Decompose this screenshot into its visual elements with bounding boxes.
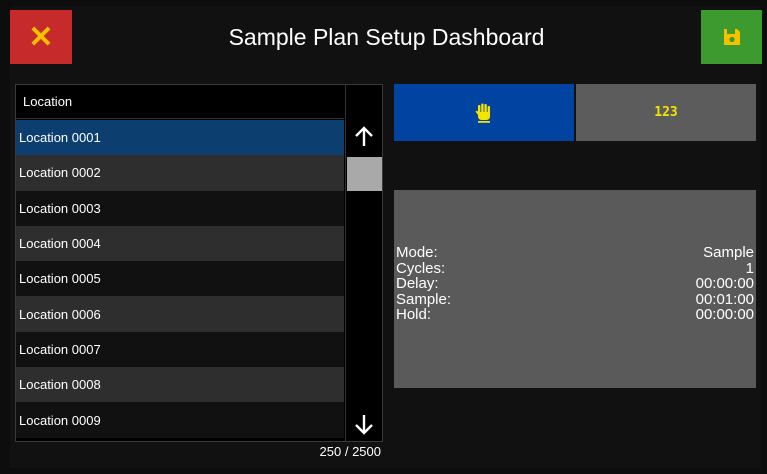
info-value: Sample (703, 244, 754, 261)
header-cap (345, 85, 382, 119)
list-item[interactable]: Location 0007 (16, 331, 344, 368)
list-item-label: Location 0007 (19, 341, 101, 357)
save-button[interactable] (701, 10, 762, 64)
page-title: Sample Plan Setup Dashboard (228, 23, 545, 50)
column-header-location: Location (16, 85, 344, 119)
close-icon: ✕ (28, 20, 54, 54)
list-item[interactable]: Location 0009 (16, 402, 344, 438)
info-row: Sample: 00:01:00 (396, 290, 754, 308)
info-label: Cycles: (396, 259, 446, 277)
list-item[interactable]: Location 0005 (16, 261, 344, 297)
counter-mode-label: 123 (654, 105, 678, 120)
info-label: Delay: (396, 275, 439, 292)
scroll-down-button[interactable] (346, 407, 382, 441)
info-label: Hold: (396, 306, 432, 323)
info-value: 00:00:00 (695, 275, 754, 292)
location-rows: Location 0001 Location 0002 Location 0003 L… (16, 120, 344, 438)
list-item[interactable]: Location 0008 (16, 367, 344, 403)
list-item-label: Location 0002 (19, 165, 101, 181)
list-item-label: Location 0005 (19, 271, 101, 287)
floppy-disk-icon (723, 29, 740, 45)
info-row: Cycles: 1 (396, 259, 754, 277)
info-value: 00:01:00 (695, 290, 754, 308)
location-list: Location Location 0001 Location 0002 Locat… (15, 84, 383, 442)
close-button[interactable]: ✕ (10, 10, 72, 64)
scroll-thumb[interactable] (347, 157, 382, 191)
info-row: Hold: 00:00:00 (396, 307, 754, 323)
scroll-up-button[interactable] (346, 120, 382, 154)
list-item-label: Location 0003 (19, 200, 101, 216)
info-row: Delay: 00:00:00 (396, 276, 754, 292)
arrow-up-icon (355, 126, 373, 146)
list-counter: 250 / 2500 (319, 444, 381, 459)
list-item-label: Location 0008 (19, 377, 101, 393)
manual-mode-button[interactable] (394, 84, 574, 141)
list-item-label: Location 0009 (19, 412, 101, 428)
info-value: 1 (745, 259, 754, 277)
list-item[interactable]: Location 0004 (16, 225, 344, 262)
info-row: Mode: Sample (396, 245, 754, 261)
counter-mode-button[interactable]: 123 (576, 84, 756, 141)
info-value: 00:00:00 (695, 306, 754, 323)
list-item[interactable]: Location 0001 (16, 120, 344, 156)
info-panel: Mode: Sample Cycles: 1 Delay: 00:00:00 Sample:… (394, 190, 756, 388)
list-item[interactable]: Location 0002 (16, 155, 344, 191)
scrollbar[interactable] (345, 120, 382, 441)
list-item[interactable]: Location 0006 (16, 296, 344, 332)
list-item-label: Location 0006 (19, 306, 101, 322)
list-item-label: Location 0001 (19, 130, 101, 146)
info-label: Mode: (396, 244, 438, 261)
hand-icon (475, 103, 490, 123)
info-grid: Mode: Sample Cycles: 1 Delay: 00:00:00 Sample:… (396, 245, 754, 323)
info-label: Sample: (396, 290, 452, 308)
list-item-label: Location 0004 (19, 236, 101, 252)
list-item[interactable]: Location 0003 (16, 190, 344, 226)
arrow-down-icon (355, 415, 373, 435)
